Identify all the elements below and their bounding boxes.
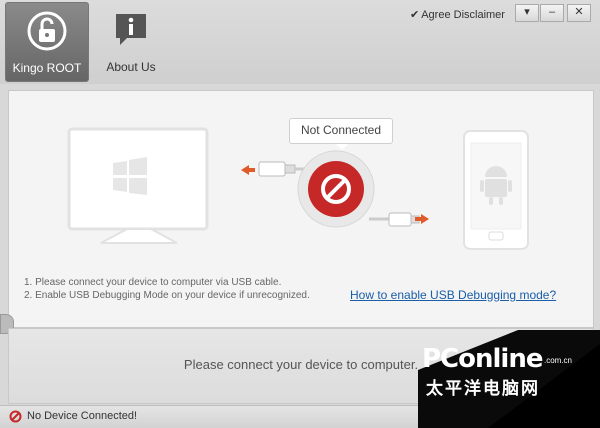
menu-icon: ▾ — [524, 6, 530, 18]
no-entry-icon — [9, 410, 22, 423]
agree-label: Agree Disclaimer — [421, 9, 505, 21]
watermark-brand: PConline — [422, 344, 543, 374]
connection-status: Not Connected — [300, 123, 382, 137]
computer-icon — [67, 127, 209, 244]
minimize-icon: – — [548, 6, 556, 18]
instruction-line-1: 1. Please connect your device to compute… — [24, 277, 282, 288]
usb-debugging-help-link[interactable]: How to enable USB Debugging mode? — [350, 288, 556, 302]
usb-plug-right — [369, 212, 420, 227]
disconnected-icon — [297, 150, 375, 228]
unlock-icon — [27, 11, 67, 51]
close-button[interactable]: ✕ — [567, 4, 591, 22]
checkmark-icon: ✔ — [410, 9, 420, 21]
info-bubble-icon — [116, 14, 146, 45]
close-icon: ✕ — [574, 6, 584, 18]
tab-label: Kingo ROOT — [12, 61, 82, 75]
instruction-line-2: 2. Enable USB Debugging Mode on your dev… — [24, 290, 310, 301]
minimize-button[interactable]: – — [540, 4, 564, 22]
tab-about-us[interactable]: About Us — [90, 2, 172, 80]
menu-button[interactable]: ▾ — [515, 4, 539, 22]
phone-icon — [463, 130, 529, 250]
tab-label: About Us — [106, 60, 156, 74]
status-bubble: Not Connected — [289, 118, 393, 150]
agree-disclaimer[interactable]: ✔ Agree Disclaimer — [410, 8, 505, 21]
watermark: PConline .com.cn 太平洋电脑网 — [418, 330, 600, 428]
tab-bar: Kingo ROOT About Us ✔ Agree Disclaimer ▾ … — [0, 0, 600, 84]
arrow-left-icon — [241, 165, 255, 175]
instructions: 1. Please connect your device to compute… — [24, 276, 310, 302]
app-window: Kingo ROOT About Us ✔ Agree Disclaimer ▾ … — [0, 0, 600, 428]
watermark-domain: .com.cn — [544, 356, 573, 365]
tab-kingo-root[interactable]: Kingo ROOT — [5, 2, 89, 82]
status-text: No Device Connected! — [27, 410, 138, 422]
watermark-chinese: 太平洋电脑网 — [426, 379, 540, 398]
